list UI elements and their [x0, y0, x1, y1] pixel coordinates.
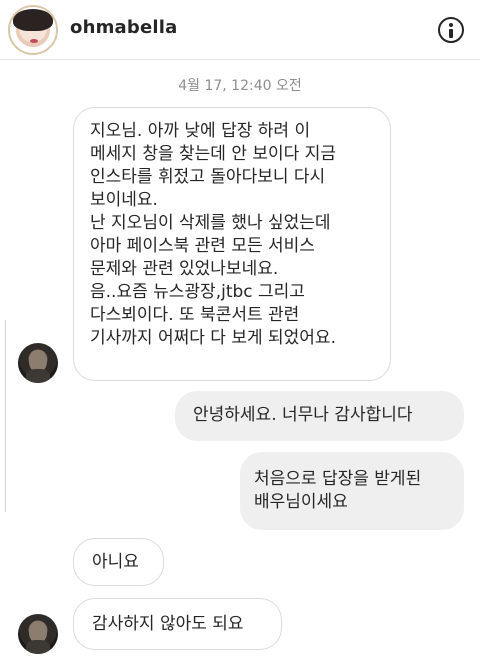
message-line: 안녕하세요. 너무나 감사합니다 [193, 405, 413, 425]
message-line: 아마 페이스북 관련 모든 서비스 [90, 236, 315, 256]
message-line: 감사하지 않아도 되요 [92, 614, 244, 634]
info-circle-icon[interactable] [438, 17, 464, 43]
outgoing-message-bubble[interactable]: 처음으로 답장을 받게된 배우님이세요 [240, 452, 464, 530]
message-line: 다스뵈이다. 또 북콘서트 관련 [90, 305, 300, 325]
outgoing-message-bubble[interactable]: 안녕하세요. 너무나 감사합니다 [175, 391, 464, 441]
sender-avatar[interactable] [18, 614, 58, 654]
message-line: 난 지오님이 삭제를 했나 싶었는데 [90, 213, 331, 233]
message-line: 배우님이세요 [254, 492, 348, 512]
message-line: 아니요 [92, 552, 139, 572]
incoming-message-bubble[interactable]: 감사하지 않아도 되요 [73, 598, 282, 650]
message-line: 문제와 관련 있었나보네요. [90, 259, 279, 279]
incoming-message-bubble[interactable]: 아니요 [73, 538, 164, 586]
message-line: 지오님. 아까 낮에 답장 하려 이 [90, 121, 311, 141]
message-timestamp: 4월 17, 12:40 오전 [178, 78, 302, 94]
message-line: 보이네요. [90, 190, 158, 210]
scroll-edge [0, 320, 6, 512]
chat-username[interactable]: ohmabella [70, 17, 177, 38]
avatar-lip [30, 39, 38, 43]
message-line: 메세지 창을 찾는데 안 보이다 지금 [90, 144, 336, 164]
sender-avatar[interactable] [18, 343, 58, 383]
message-line: 처음으로 답장을 받게된 [254, 469, 422, 489]
message-line: 기사까지 어쩌다 다 보게 되었어요. [90, 328, 336, 348]
profile-avatar[interactable] [8, 5, 58, 55]
incoming-message-bubble[interactable]: 지오님. 아까 낮에 답장 하려 이 메세지 창을 찾는데 안 보이다 지금 인… [73, 107, 391, 381]
avatar-hair [13, 9, 53, 31]
chat-header: ohmabella [0, 0, 480, 60]
message-line: 음..요즘 뉴스광장,jtbc 그리고 [90, 282, 305, 302]
message-line: 인스타를 휘젔고 돌아다보니 다시 [90, 167, 326, 187]
